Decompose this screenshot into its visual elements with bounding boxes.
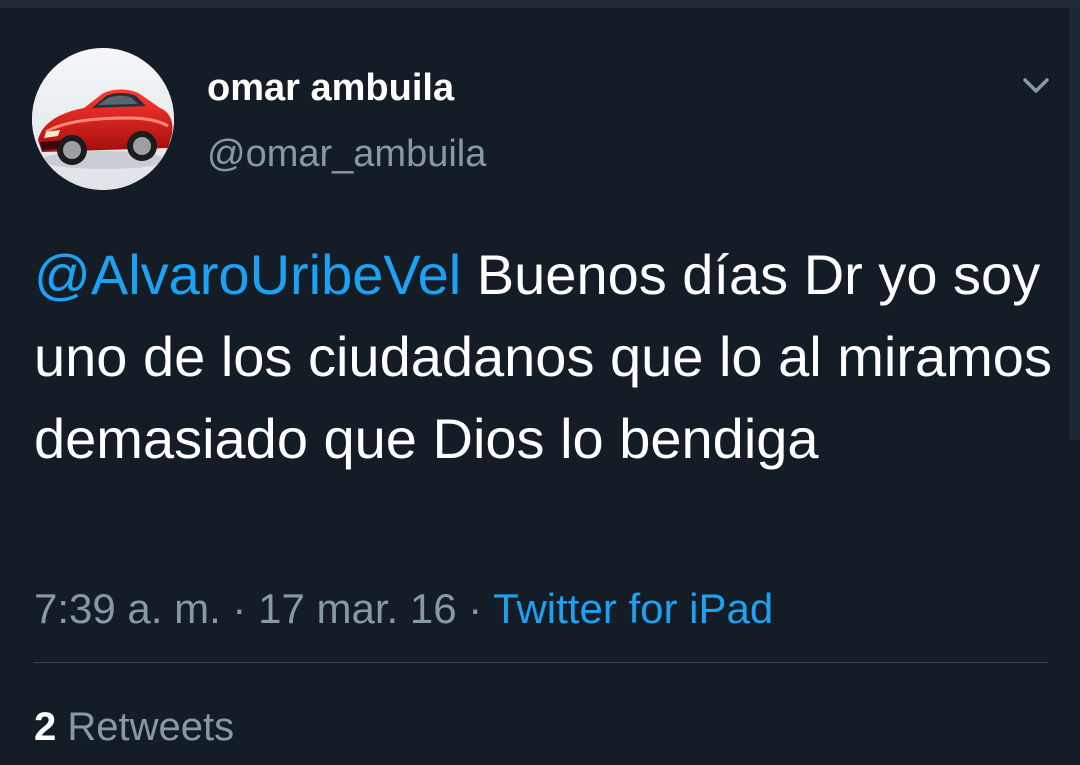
- divider: [34, 662, 1048, 663]
- retweet-stats[interactable]: 2 Retweets: [34, 704, 234, 750]
- tweet-time: 7:39 a. m.: [34, 585, 221, 632]
- tweet-card: omar ambuila @omar_ambuila @AlvaroUribeV…: [0, 8, 1070, 765]
- retweet-label: Retweets: [67, 705, 235, 749]
- chevron-down-icon[interactable]: [1016, 70, 1056, 102]
- tweet-text: @AlvaroUribeVel Buenos días Dr yo soy un…: [34, 234, 1054, 480]
- red-sports-car-icon: [32, 48, 174, 190]
- retweet-count: 2: [34, 705, 57, 749]
- avatar[interactable]: [32, 48, 174, 190]
- author-handle[interactable]: @omar_ambuila: [207, 132, 486, 176]
- mention-link[interactable]: @AlvaroUribeVel: [34, 243, 461, 306]
- tweet-source-link[interactable]: Twitter for iPad: [493, 585, 773, 632]
- meta-separator: ·: [456, 585, 494, 632]
- author-display-name[interactable]: omar ambuila: [207, 66, 454, 110]
- meta-separator: ·: [220, 585, 259, 632]
- scrollbar[interactable]: [1070, 8, 1080, 440]
- tweet-meta: 7:39 a. m. · 17 mar. 16 · Twitter for iP…: [34, 584, 773, 634]
- top-strip: [0, 0, 1080, 8]
- tweet-date[interactable]: 17 mar. 16: [258, 585, 456, 632]
